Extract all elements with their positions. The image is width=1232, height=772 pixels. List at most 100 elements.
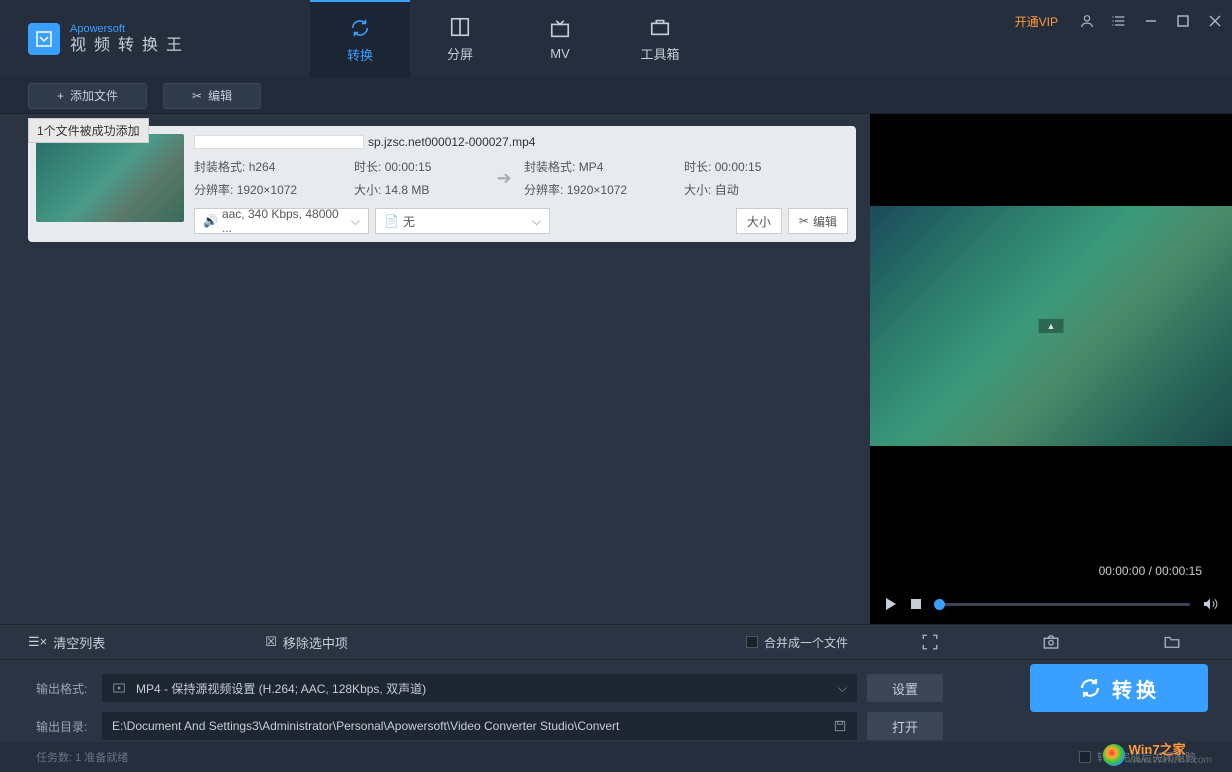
tab-label: 转换 [347, 45, 373, 64]
arrow-right-icon: ➔ [484, 168, 524, 189]
tab-label: MV [550, 46, 570, 61]
target-col2: 时长: 00:00:15 大小: 自动 [684, 158, 848, 198]
brand-name: Apowersoft [70, 23, 190, 36]
status-bar: 任务数: 1 准备就绪 转换完成后关闭电脑 [0, 742, 1232, 772]
play-button[interactable] [884, 597, 898, 611]
stop-button[interactable] [910, 598, 922, 610]
filename-redacted [194, 135, 364, 149]
remove-label: 移除选中项 [283, 633, 348, 652]
tab-split[interactable]: 分屏 [410, 0, 510, 78]
format-value: MP4 - 保持源视频设置 (H.264; AAC, 128Kbps, 双声道) [136, 680, 426, 697]
output-dir-row: 输出目录: E:\Document And Settings3\Administ… [36, 712, 1218, 740]
tab-convert[interactable]: 转换 [310, 0, 410, 78]
settings-button[interactable]: 设置 [867, 674, 943, 702]
convert-button[interactable]: 转换 [1030, 664, 1208, 712]
edit-label: 编辑 [813, 213, 837, 230]
dir-value: E:\Document And Settings3\Administrator\… [112, 719, 619, 733]
preview-video: ▲ [870, 206, 1232, 446]
refresh-icon [349, 17, 371, 39]
source-col2: 时长: 00:00:15 大小: 14.8 MB [354, 158, 484, 198]
app-logo-icon [28, 23, 60, 55]
close-button[interactable] [1206, 12, 1224, 30]
merge-checkbox[interactable]: 合并成一个文件 [746, 634, 856, 651]
merge-label: 合并成一个文件 [764, 634, 848, 651]
subtitle-value: 无 [403, 213, 532, 230]
file-details: sp.jzsc.net000012-000027.mp4 封装格式: h264 … [194, 134, 848, 234]
preview-toolbar [870, 624, 1232, 660]
source-col1: 封装格式: h264 分辨率: 1920×1072 [194, 158, 354, 198]
title-bar: Apowersoft 视频转换王 转换 分屏 MV 工具箱 开通VIP [0, 0, 1232, 78]
snapshot-icon[interactable] [1042, 633, 1060, 651]
shutdown-checkbox[interactable] [1079, 751, 1091, 763]
filename-text: sp.jzsc.net000012-000027.mp4 [368, 135, 535, 149]
video-thumbnail [36, 134, 184, 222]
windows-logo-icon [1103, 744, 1125, 766]
remove-selected-button[interactable]: ☒ 移除选中项 [265, 633, 348, 652]
logo-area: Apowersoft 视频转换王 [0, 23, 190, 55]
format-label: 输出格式: [36, 680, 92, 697]
scissors-icon: ✂ [192, 89, 202, 103]
video-watermark: ▲ [1039, 319, 1064, 333]
app-title: 视频转换王 [70, 36, 190, 55]
window-controls: 开通VIP [1015, 12, 1224, 30]
preview-panel: ▲ 00:00:00 / 00:00:15 [870, 114, 1232, 624]
refresh-icon [1078, 676, 1102, 700]
vip-button[interactable]: 开通VIP [1015, 13, 1058, 30]
size-label: 大小 [747, 213, 771, 230]
playback-time: 00:00:00 / 00:00:15 [1099, 564, 1202, 578]
save-icon[interactable] [833, 719, 847, 733]
chevron-down-icon: ⌵ [838, 681, 847, 696]
size-button[interactable]: 大小 [736, 208, 782, 234]
audio-dropdown[interactable]: 🔊 aac, 340 Kbps, 48000 ... ⌵ [194, 208, 369, 234]
tab-label: 工具箱 [640, 44, 679, 63]
minimize-button[interactable] [1142, 12, 1160, 30]
tooltip-success: 1个文件被成功添加 [28, 118, 149, 143]
menu-icon[interactable] [1110, 12, 1128, 30]
subtitle-icon: 📄 [384, 214, 399, 228]
toolbox-icon [649, 16, 671, 38]
main-content: sp.jzsc.net000012-000027.mp4 封装格式: h264 … [0, 114, 1232, 624]
item-edit-button[interactable]: ✂ 编辑 [788, 208, 848, 234]
clear-list-button[interactable]: ☰× 清空列表 [28, 633, 105, 652]
folder-icon[interactable] [1163, 633, 1181, 651]
add-file-button[interactable]: + 添加文件 [28, 83, 147, 109]
item-controls: 🔊 aac, 340 Kbps, 48000 ... ⌵ 📄 无 ⌵ 大小 [194, 208, 848, 234]
remove-icon: ☒ [265, 634, 277, 650]
maximize-button[interactable] [1174, 12, 1192, 30]
seek-slider[interactable] [934, 603, 1190, 606]
open-button[interactable]: 打开 [867, 712, 943, 740]
format-field[interactable]: MP4 - 保持源视频设置 (H.264; AAC, 128Kbps, 双声道)… [102, 674, 857, 702]
add-file-label: 添加文件 [70, 87, 118, 104]
plus-icon: + [57, 89, 64, 103]
fullscreen-icon[interactable] [921, 633, 939, 651]
tab-mv[interactable]: MV [510, 0, 610, 78]
tab-toolbox[interactable]: 工具箱 [610, 0, 710, 78]
list-toolbar: ☰× 清空列表 ☒ 移除选中项 合并成一个文件 [0, 624, 870, 660]
video-format-icon [112, 681, 126, 695]
edit-label: 编辑 [208, 87, 232, 104]
dir-field[interactable]: E:\Document And Settings3\Administrator\… [102, 712, 857, 740]
chevron-down-icon: ⌵ [351, 214, 360, 229]
mid-toolbar-row: ☰× 清空列表 ☒ 移除选中项 合并成一个文件 [0, 624, 1232, 660]
tv-icon [549, 18, 571, 40]
dir-label: 输出目录: [36, 718, 92, 735]
split-icon [449, 16, 471, 38]
audio-value: aac, 340 Kbps, 48000 ... [222, 207, 351, 235]
speaker-icon: 🔊 [203, 214, 218, 228]
slider-thumb[interactable] [934, 599, 945, 610]
convert-label: 转换 [1112, 674, 1160, 703]
file-list: sp.jzsc.net000012-000027.mp4 封装格式: h264 … [0, 114, 870, 624]
tab-label: 分屏 [447, 44, 473, 63]
edit-button[interactable]: ✂ 编辑 [163, 83, 261, 109]
filename-row: sp.jzsc.net000012-000027.mp4 [194, 134, 848, 154]
page-watermark: Win7之家 www.Winwin7.com [1103, 743, 1212, 766]
metadata-row: 封装格式: h264 分辨率: 1920×1072 时长: 00:00:15 大… [194, 154, 848, 202]
action-toolbar: + 添加文件 ✂ 编辑 [0, 78, 1232, 114]
user-icon[interactable] [1078, 12, 1096, 30]
file-item[interactable]: sp.jzsc.net000012-000027.mp4 封装格式: h264 … [28, 126, 856, 242]
volume-button[interactable] [1202, 596, 1218, 612]
scissors-icon: ✂ [799, 214, 809, 228]
clear-icon: ☰× [28, 634, 47, 650]
checkbox-icon [746, 636, 758, 648]
subtitle-dropdown[interactable]: 📄 无 ⌵ [375, 208, 550, 234]
